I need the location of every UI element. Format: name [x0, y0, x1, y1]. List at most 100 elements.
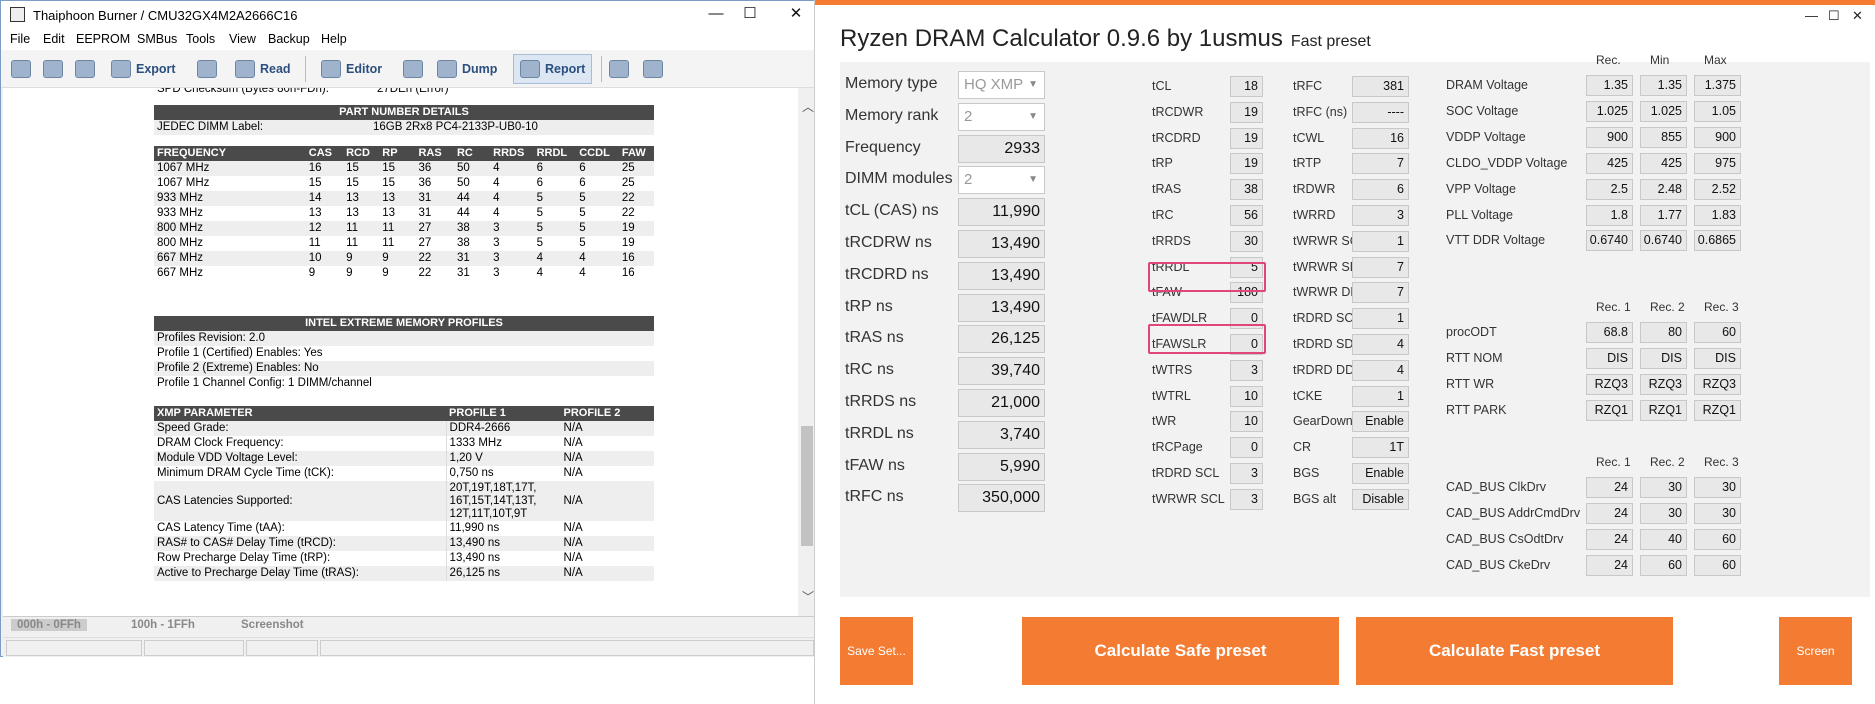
timing-value[interactable]: 3	[1230, 463, 1263, 484]
param-value[interactable]: 3,740	[958, 420, 1045, 449]
setting-value[interactable]: 30	[1640, 503, 1687, 524]
dump-button[interactable]: Dump	[437, 54, 497, 84]
save-settings-button[interactable]: Save Set...	[840, 617, 913, 685]
maximize-button[interactable]: ☐	[1828, 8, 1840, 24]
menu-view[interactable]: View	[229, 32, 256, 46]
tab-screenshot[interactable]: Screenshot	[241, 619, 304, 631]
tab-100h[interactable]: 100h - 1FFh	[131, 619, 195, 631]
setting-value[interactable]: 900	[1586, 126, 1633, 148]
timing-value[interactable]: 1	[1352, 230, 1409, 252]
menu-edit[interactable]: Edit	[43, 32, 65, 46]
param-value[interactable]: 13,490	[958, 261, 1045, 290]
setting-value[interactable]: 80	[1640, 322, 1687, 343]
setting-value[interactable]: DIS	[1586, 348, 1633, 369]
setting-value[interactable]: RZQ3	[1586, 374, 1633, 395]
timing-value[interactable]: 10	[1230, 385, 1263, 407]
timing-value[interactable]: 6	[1352, 179, 1409, 201]
timing-value[interactable]: 1T	[1352, 437, 1409, 459]
close-button[interactable]: ✕	[1852, 8, 1863, 24]
setting-value[interactable]: 975	[1694, 152, 1741, 174]
timing-value[interactable]: 38	[1230, 179, 1263, 201]
lock-tool[interactable]	[197, 54, 217, 84]
menu-smbus[interactable]: SMBus	[137, 32, 177, 46]
timing-value[interactable]: 30	[1230, 230, 1263, 252]
setting-value[interactable]: 1.77	[1640, 204, 1687, 226]
calculate-fast-button[interactable]: Calculate Fast preset	[1356, 617, 1673, 685]
scrollbar-thumb[interactable]	[801, 426, 813, 546]
menu-file[interactable]: File	[10, 32, 30, 46]
timing-value[interactable]: 16	[1352, 127, 1409, 149]
timing-value[interactable]: 19	[1230, 101, 1263, 123]
setting-value[interactable]: 24	[1586, 555, 1633, 576]
setting-value[interactable]: RZQ1	[1694, 400, 1741, 421]
editor-button[interactable]: Editor	[321, 54, 382, 84]
timing-value[interactable]: ----	[1352, 101, 1409, 123]
setting-value[interactable]: DIS	[1694, 348, 1741, 369]
setting-value[interactable]: RZQ1	[1640, 400, 1687, 421]
screen-button[interactable]: Screen	[1779, 617, 1852, 685]
setting-value[interactable]: 0.6740	[1640, 230, 1687, 252]
setting-value[interactable]: 30	[1694, 503, 1741, 524]
report-button[interactable]: Report	[513, 54, 593, 84]
timing-value[interactable]: 381	[1352, 76, 1409, 97]
setting-value[interactable]: 60	[1694, 555, 1741, 576]
export-button[interactable]: Export	[111, 54, 176, 84]
timing-value[interactable]: 4	[1352, 359, 1409, 381]
param-value[interactable]: 13,490	[958, 293, 1045, 322]
setting-value[interactable]: 0.6865	[1694, 230, 1741, 252]
menu-help[interactable]: Help	[321, 32, 347, 46]
setting-value[interactable]: 24	[1586, 503, 1633, 524]
param-dropdown[interactable]: HQ XMP ▼	[958, 71, 1045, 99]
settings-tool[interactable]	[11, 54, 31, 84]
menu-backup[interactable]: Backup	[268, 32, 310, 46]
setting-value[interactable]: 2.52	[1694, 178, 1741, 200]
timing-value[interactable]: Disable	[1352, 488, 1409, 510]
setting-value[interactable]: 425	[1586, 152, 1633, 174]
param-value[interactable]: 350,000	[958, 484, 1045, 513]
param-dropdown[interactable]: 2 ▼	[958, 102, 1045, 131]
timing-value[interactable]: Enable	[1352, 411, 1409, 433]
setting-value[interactable]: 1.35	[1586, 75, 1633, 96]
timing-value[interactable]: 7	[1352, 153, 1409, 175]
menu-tools[interactable]: Tools	[186, 32, 215, 46]
wrench-tool[interactable]	[403, 54, 423, 84]
setting-value[interactable]: 855	[1640, 126, 1687, 148]
timing-value[interactable]: 4	[1352, 334, 1409, 355]
screenshot-tool[interactable]	[609, 54, 629, 84]
timing-value[interactable]: 0	[1230, 437, 1263, 459]
setting-value[interactable]: 68.8	[1586, 322, 1633, 343]
timing-value[interactable]: 7	[1352, 282, 1409, 304]
param-value[interactable]: 39,740	[958, 357, 1045, 386]
maximize-button[interactable]: ☐	[730, 3, 770, 25]
scroll-down-icon[interactable]: ﹀	[802, 588, 814, 605]
setting-value[interactable]: 425	[1640, 152, 1687, 174]
timing-value[interactable]: Enable	[1352, 463, 1409, 484]
setting-value[interactable]: 1.375	[1694, 75, 1741, 96]
timing-value[interactable]: 7	[1352, 256, 1409, 278]
setting-value[interactable]: 24	[1586, 529, 1633, 550]
setting-value[interactable]: DIS	[1640, 348, 1687, 369]
refresh-tool[interactable]	[643, 54, 663, 84]
param-value[interactable]: 26,125	[958, 325, 1045, 354]
setting-value[interactable]: 1.8	[1586, 204, 1633, 226]
timing-value[interactable]: 19	[1230, 127, 1263, 149]
timing-value[interactable]: 3	[1230, 359, 1263, 381]
timing-value[interactable]: 18	[1230, 76, 1263, 97]
setting-value[interactable]: 1.025	[1586, 100, 1633, 122]
timing-value[interactable]: 19	[1230, 153, 1263, 175]
setting-value[interactable]: 60	[1694, 322, 1741, 343]
param-value[interactable]: 5,990	[958, 452, 1045, 481]
save-tool[interactable]	[75, 54, 95, 84]
setting-value[interactable]: RZQ1	[1586, 400, 1633, 421]
param-dropdown[interactable]: 2 ▼	[958, 166, 1045, 195]
minimize-button[interactable]: —	[1805, 8, 1818, 23]
setting-value[interactable]: 30	[1694, 477, 1741, 498]
timing-value[interactable]: 1	[1352, 308, 1409, 330]
param-value[interactable]: 21,000	[958, 389, 1045, 417]
param-value[interactable]: 13,490	[958, 230, 1045, 258]
setting-value[interactable]: RZQ3	[1694, 374, 1741, 395]
scroll-up-icon[interactable]: ︿	[802, 98, 814, 115]
setting-value[interactable]: 1.05	[1694, 100, 1741, 122]
param-value[interactable]: 2933	[958, 134, 1045, 163]
menu-eeprom[interactable]: EEPROM	[76, 32, 130, 46]
